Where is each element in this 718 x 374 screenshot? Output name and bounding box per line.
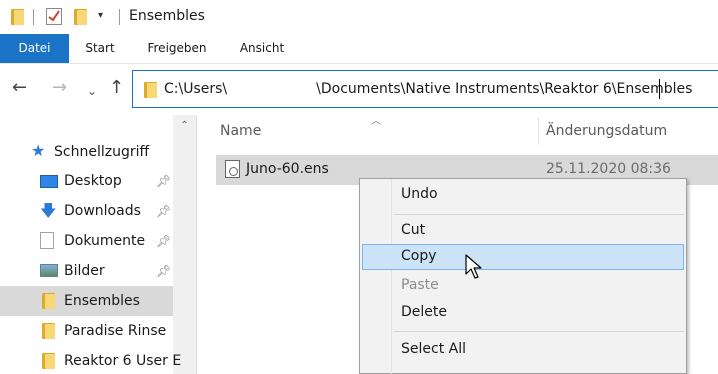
column-divider[interactable] [538,117,539,145]
pin-icon[interactable]: 📌︎ [156,264,171,278]
sidebar-item-desktop[interactable]: Desktop 📌︎ [0,166,173,196]
separator [119,9,120,25]
column-header-name[interactable]: Name [220,123,261,139]
sidebar-item-label: Reaktor 6 User E [64,353,182,369]
sidebar-item-label: Ensembles [64,293,140,309]
address-bar[interactable]: C:\Users\ \Documents\Native Instruments\… [132,70,718,108]
address-path[interactable]: C:\Users\ \Documents\Native Instruments\… [164,81,692,97]
menu-item-paste[interactable]: Paste [362,273,684,299]
pictures-icon [40,264,58,277]
pin-icon[interactable]: 📌︎ [156,204,171,218]
menu-item-copy[interactable]: Copy [362,244,684,270]
menu-item-select-all[interactable]: Select All [362,337,684,363]
pane-divider[interactable] [196,115,197,374]
arrow-right-icon[interactable]: → [52,78,67,98]
menu-separator [394,331,684,332]
file-name: Juno-60.ens [246,161,329,177]
column-header-date[interactable]: Änderungsdatum [546,123,667,139]
star-icon: ★ [31,141,46,160]
sidebar-item-label: Schnellzugriff [54,144,150,160]
pin-icon[interactable]: 📌︎ [156,174,171,188]
sidebar-item-label: Desktop [64,173,122,189]
pin-icon[interactable]: 📌︎ [156,234,171,248]
menu-item-delete[interactable]: Delete [362,300,684,326]
text-caret [659,79,660,99]
new-folder-icon[interactable] [74,9,87,25]
folder-icon [42,323,55,339]
separator [33,9,34,25]
arrow-left-icon[interactable]: ← [12,78,27,98]
properties-icon[interactable] [46,8,62,25]
scrollbar[interactable] [173,115,196,374]
sidebar-item-label: Paradise Rinse [64,323,167,339]
context-menu: Undo Cut Copy Paste Delete Select All [359,178,687,374]
scroll-up-icon[interactable]: ⌃ [173,116,196,136]
sidebar-item-label: Bilder [64,263,105,279]
menu-item-label: Undo [401,186,438,202]
chevron-down-icon[interactable]: ⌄ [87,81,97,101]
sidebar-item-ensembles[interactable]: Ensembles [0,286,173,316]
title-bar: ▾ Ensembles [0,0,718,34]
menu-separator [394,214,684,215]
menu-item-label: Copy [401,248,437,264]
sidebar-item-reaktor-6-user[interactable]: Reaktor 6 User E [0,346,181,374]
tab-freigeben[interactable]: Freigeben [140,34,214,63]
menu-item-label: Paste [401,277,439,293]
sort-ascending-icon: ︿ [371,116,381,127]
sidebar-item-dokumente[interactable]: Dokumente 📌︎ [0,226,173,256]
menu-item-undo[interactable]: Undo [362,182,684,208]
menu-item-label: Select All [401,341,466,357]
customize-toolbar-chevron-icon[interactable]: ▾ [98,10,103,21]
desktop-icon [40,175,58,188]
folder-icon [42,293,55,309]
tab-start[interactable]: Start [80,34,120,63]
tab-datei[interactable]: Datei [0,34,69,63]
documents-icon [40,232,54,249]
sidebar-item-label: Downloads [64,203,141,219]
sidebar-item-bilder[interactable]: Bilder 📌︎ [0,256,173,286]
folder-icon [42,353,55,369]
arrow-up-icon[interactable]: ↑ [109,78,124,98]
ensemble-file-icon [225,160,240,178]
sidebar-item-paradise-rinse[interactable]: Paradise Rinse [0,316,173,346]
folder-icon [144,82,157,98]
file-modified-date: 25.11.2020 08:36 [546,161,671,177]
sidebar-item-downloads[interactable]: 🡇 Downloads 📌︎ [0,196,173,226]
menu-item-cut[interactable]: Cut [362,218,684,244]
mouse-cursor-icon [465,254,482,279]
ribbon-tabs: Datei Start Freigeben Ansicht [0,34,718,63]
download-icon: 🡇 [40,201,57,220]
tab-ansicht[interactable]: Ansicht [233,34,291,63]
sidebar-item-quick-access[interactable]: ★ Schnellzugriff [0,137,173,167]
window-title: Ensembles [129,8,205,24]
menu-item-label: Cut [401,222,426,238]
sidebar-item-label: Dokumente [64,233,146,249]
folder-icon [11,9,24,25]
menu-item-label: Delete [401,304,447,320]
